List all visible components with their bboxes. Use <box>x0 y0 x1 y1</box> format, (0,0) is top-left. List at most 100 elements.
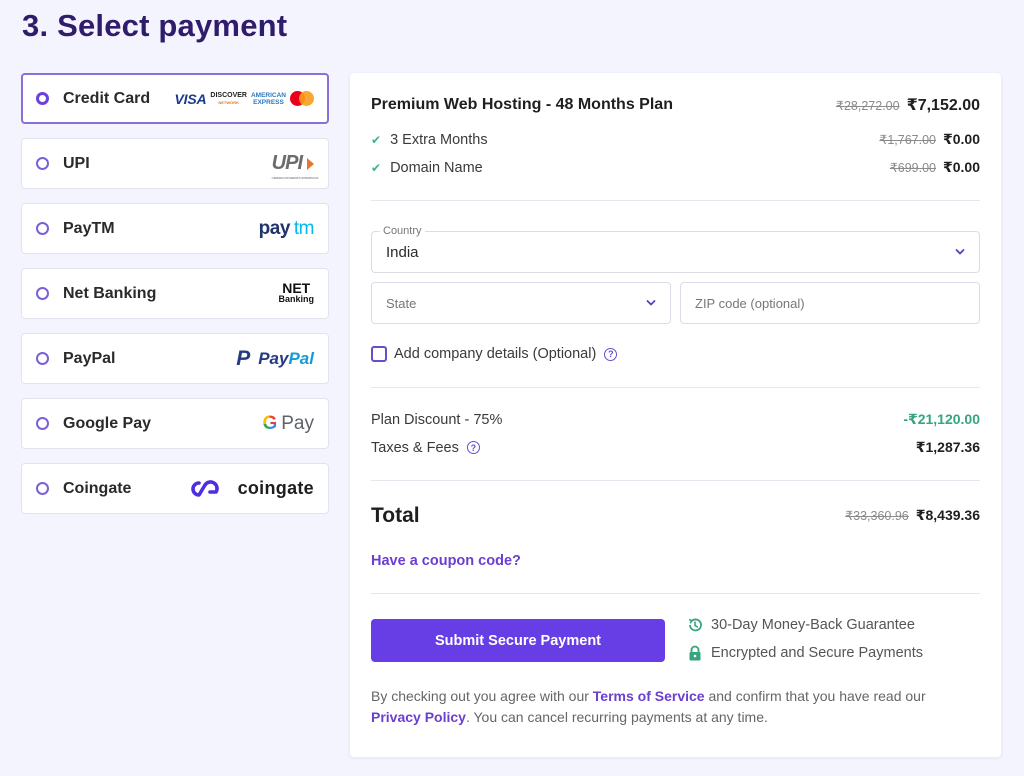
money-back-guarantee: 30-Day Money-Back Guarantee <box>687 617 915 633</box>
extra-label: ✔ Domain Name <box>371 160 483 176</box>
discover-logo: DISCOVER NETWORK <box>210 92 247 106</box>
method-label: Credit Card <box>63 89 151 107</box>
terms-of-service-link[interactable]: Terms of Service <box>593 688 705 704</box>
extra-label-text: 3 Extra Months <box>390 132 488 148</box>
state-placeholder: State <box>386 295 417 311</box>
divider <box>371 387 980 388</box>
radio-unselected[interactable] <box>36 482 49 495</box>
paypal-wordmark: PayPal <box>258 349 314 369</box>
net-banking-logo-net: NET <box>282 280 311 296</box>
extra-price: ₹0.00 <box>943 159 980 175</box>
chevron-down-icon <box>955 249 965 255</box>
amex-line1: AMERICAN <box>250 91 286 99</box>
company-details-label: Add company details (Optional) <box>394 346 597 362</box>
paypal-logo: P PayPal <box>236 347 314 371</box>
paytm-logo-tm: tm <box>293 217 315 239</box>
amex-line2: EXPRESS <box>253 98 284 106</box>
radio-unselected[interactable] <box>36 352 49 365</box>
payment-method-paypal[interactable]: PayPal P PayPal <box>21 333 329 384</box>
amex-logo: AMERICAN EXPRESS <box>251 92 286 106</box>
secure-text: Encrypted and Secure Payments <box>711 645 923 661</box>
help-icon[interactable]: ? <box>604 347 618 361</box>
country-value: India <box>386 243 419 261</box>
total-price: ₹8,439.36 <box>915 507 980 523</box>
payment-method-net-banking[interactable]: Net Banking NET Banking <box>21 268 329 319</box>
plan-row: Premium Web Hosting - 48 Months Plan ₹28… <box>371 95 980 115</box>
total-old-price: ₹33,360.96 <box>845 509 909 523</box>
google-pay-logo: G Pay <box>262 413 314 435</box>
discount-label: Plan Discount - 75% <box>371 411 503 428</box>
check-icon: ✔ <box>371 133 382 147</box>
legal-notice: By checking out you agree with our Terms… <box>371 686 980 728</box>
google-g-icon: G <box>262 412 278 434</box>
coupon-code-link[interactable]: Have a coupon code? <box>371 553 521 569</box>
state-select[interactable]: State <box>371 282 671 324</box>
upi-logo-subtext: UNIFIED PAYMENTS INTERFACE <box>271 176 319 180</box>
legal-text: By checking out you agree with our <box>371 688 593 704</box>
discount-value: -₹21,120.00 <box>903 411 980 427</box>
coingate-mark-icon <box>190 479 219 497</box>
guarantee-text: 30-Day Money-Back Guarantee <box>711 617 915 633</box>
payment-method-upi[interactable]: UPI UPI UNIFIED PAYMENTS INTERFACE <box>21 138 329 189</box>
taxes-row: Taxes & Fees? ₹1,287.36 <box>371 439 980 456</box>
payment-method-google-pay[interactable]: Google Pay G Pay <box>21 398 329 449</box>
radio-unselected[interactable] <box>36 287 49 300</box>
extra-old-price: ₹1,767.00 <box>879 133 936 147</box>
privacy-policy-link[interactable]: Privacy Policy <box>371 709 466 725</box>
extra-row: ✔ 3 Extra Months ₹1,767.00 ₹0.00 <box>371 131 980 149</box>
plan-price: ₹7,152.00 <box>906 97 980 114</box>
country-select[interactable]: Country India <box>371 225 980 273</box>
mastercard-logo <box>290 91 314 106</box>
card-brands-logo: VISA DISCOVER NETWORK AMERICAN EXPRESS <box>175 91 314 107</box>
total-row: Total ₹33,360.96 ₹8,439.36 <box>371 504 980 528</box>
coingate-logo: coingate <box>188 478 314 499</box>
coingate-wordmark: coingate <box>237 478 314 498</box>
payment-method-credit-card[interactable]: Credit Card VISA DISCOVER NETWORK AMERICA… <box>21 73 329 124</box>
legal-text: . You can cancel recurring payments at a… <box>465 709 768 725</box>
secure-payments: Encrypted and Secure Payments <box>687 645 923 661</box>
paypal-pal: Pal <box>288 348 314 368</box>
method-label: PayPal <box>63 349 116 367</box>
history-icon <box>688 618 702 632</box>
payment-method-paytm[interactable]: PayTM pay tm <box>21 203 329 254</box>
discover-subtext: NETWORK <box>218 99 240 105</box>
help-icon[interactable]: ? <box>466 441 480 454</box>
paypal-mark-icon: P <box>236 346 251 370</box>
page-title: 3. Select payment <box>22 8 288 43</box>
radio-unselected[interactable] <box>36 157 49 170</box>
total-label: Total <box>371 504 420 527</box>
submit-payment-button[interactable]: Submit Secure Payment <box>371 619 665 662</box>
method-label: Google Pay <box>63 414 152 432</box>
radio-unselected[interactable] <box>36 417 49 430</box>
extra-old-price: ₹699.00 <box>889 161 936 175</box>
discount-row: Plan Discount - 75% -₹21,120.00 <box>371 411 980 428</box>
taxes-label: Taxes & Fees? <box>371 440 480 456</box>
lock-icon <box>689 645 701 661</box>
payment-method-coingate[interactable]: Coingate coingate <box>21 463 329 514</box>
payment-method-list: Credit Card VISA DISCOVER NETWORK AMERICA… <box>21 73 329 528</box>
divider <box>371 593 980 594</box>
plan-prices: ₹28,272.00 ₹7,152.00 <box>836 95 980 115</box>
visa-logo: VISA <box>174 90 207 107</box>
radio-unselected[interactable] <box>36 222 49 235</box>
paypal-pay: Pay <box>258 348 289 368</box>
radio-selected[interactable] <box>36 92 49 105</box>
chevron-down-icon <box>646 300 656 306</box>
paytm-logo: pay tm <box>259 217 315 240</box>
zip-placeholder: ZIP code (optional) <box>695 295 805 311</box>
plan-name: Premium Web Hosting - 48 Months Plan <box>371 96 673 113</box>
extra-prices: ₹699.00 ₹0.00 <box>890 159 980 177</box>
country-label: Country <box>380 225 425 237</box>
plan-old-price: ₹28,272.00 <box>836 99 900 113</box>
divider <box>371 480 980 481</box>
method-label: Coingate <box>63 479 132 497</box>
check-icon: ✔ <box>371 161 382 175</box>
checkbox[interactable] <box>371 346 387 362</box>
taxes-value: ₹1,287.36 <box>915 439 980 455</box>
net-banking-logo-banking: Banking <box>278 294 314 304</box>
zip-code-input[interactable]: ZIP code (optional) <box>680 282 980 324</box>
extra-label-text: Domain Name <box>390 160 483 176</box>
extra-row: ✔ Domain Name ₹699.00 ₹0.00 <box>371 159 980 177</box>
company-details-checkbox[interactable]: Add company details (Optional) ? <box>371 346 618 362</box>
upi-logo: UPI UNIFIED PAYMENTS INTERFACE <box>272 152 319 180</box>
